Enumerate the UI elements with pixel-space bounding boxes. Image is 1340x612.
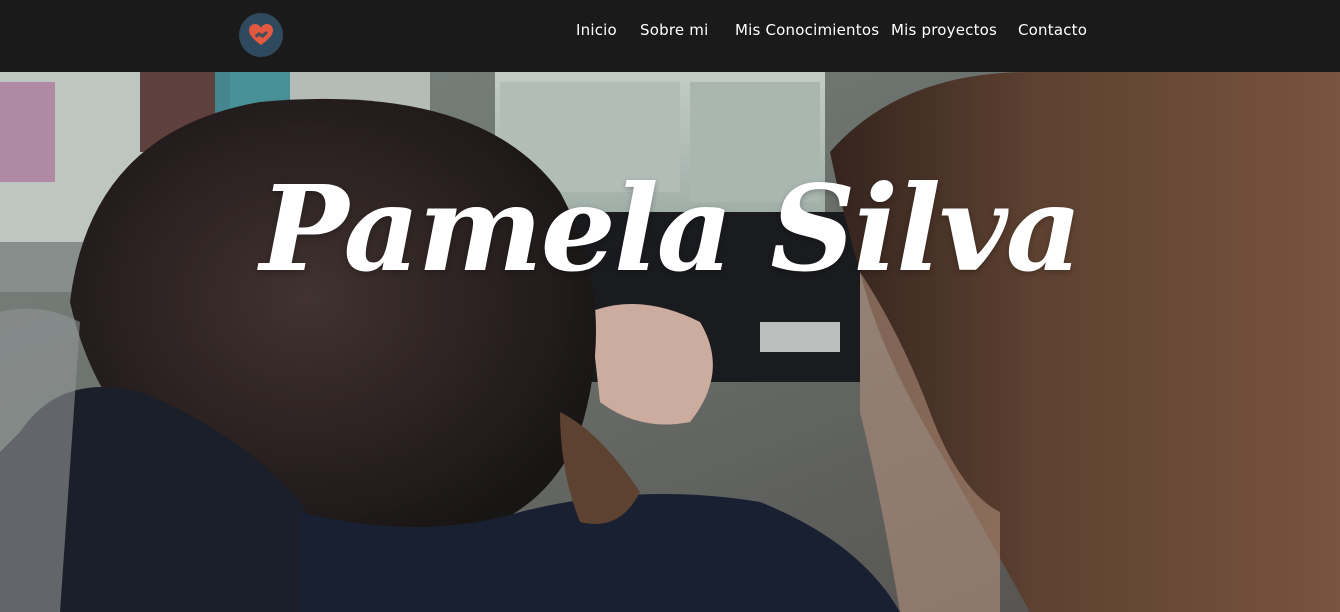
hero-background-photo: [0, 72, 1340, 612]
nav-mis-conocimientos[interactable]: Mis Conocimientos: [735, 21, 879, 39]
nav-mis-proyectos[interactable]: Mis proyectos: [891, 21, 997, 39]
nav-sobre-mi[interactable]: Sobre mi: [640, 21, 708, 39]
nav-contacto[interactable]: Contacto: [1018, 21, 1087, 39]
main-navigation: Inicio Sobre mi Mis Conocimientos Mis pr…: [0, 0, 1340, 62]
top-navbar: Inicio Sobre mi Mis Conocimientos Mis pr…: [0, 0, 1340, 72]
nav-inicio[interactable]: Inicio: [576, 21, 617, 39]
hero-title: Pamela Silva: [259, 159, 1082, 298]
hero-banner: Pamela Silva: [0, 72, 1340, 612]
